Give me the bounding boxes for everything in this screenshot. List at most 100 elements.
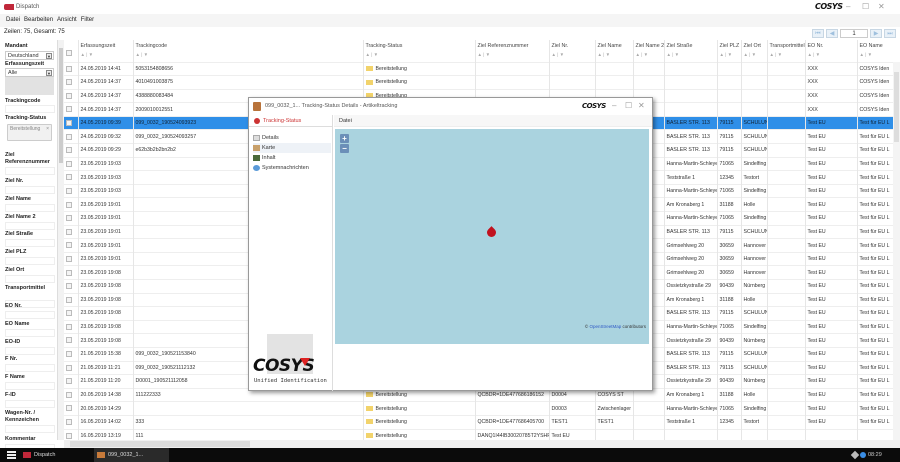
row-checkbox[interactable] <box>66 419 72 426</box>
column-header[interactable]: Erfassungszeit ▲ | ▼ <box>78 40 134 62</box>
row-checkbox[interactable] <box>66 269 72 276</box>
zoom-out-button[interactable]: − <box>340 144 349 153</box>
table-row[interactable]: 24.05.2019 14:37 4010491003875 Bereitstell… <box>64 75 893 90</box>
sort-icon[interactable]: ▲ | ▼ <box>808 52 855 57</box>
minimize-icon[interactable]: – <box>612 101 616 110</box>
remove-icon[interactable]: × <box>46 126 49 132</box>
row-checkbox[interactable] <box>66 228 72 235</box>
filter-input[interactable] <box>5 382 55 390</box>
nav-item-details[interactable]: Details <box>253 133 331 143</box>
row-checkbox[interactable] <box>66 65 72 72</box>
osm-link[interactable]: OpenStreetMap <box>589 324 621 329</box>
filter-input[interactable] <box>5 222 55 230</box>
table-row[interactable]: 16.05.2019 14:02 333 Bereitstellung QCBDR=1… <box>64 414 893 430</box>
nav-item-inhalt[interactable]: Inhalt <box>253 153 331 163</box>
location-marker-icon[interactable] <box>485 226 498 239</box>
row-checkbox[interactable] <box>66 119 72 126</box>
row-checkbox[interactable] <box>66 242 72 249</box>
map-view[interactable]: + − © OpenStreetMap contributors <box>335 129 649 344</box>
maximize-icon[interactable]: ☐ <box>625 101 632 110</box>
row-checkbox[interactable] <box>66 160 72 167</box>
column-header[interactable]: Tracking-Status ▲ | ▼ <box>363 40 476 62</box>
filter-input[interactable] <box>5 257 55 265</box>
last-page-button[interactable]: ⏭ <box>884 29 896 38</box>
filter-input[interactable] <box>5 239 55 247</box>
sort-icon[interactable]: ▲ | ▼ <box>478 52 547 57</box>
column-header[interactable]: Trackingcode ▲ | ▼ <box>133 40 364 62</box>
nav-item-karte[interactable]: Karte <box>253 143 331 153</box>
column-header[interactable]: Ziel Name 2 ▲ | ▼ <box>633 40 665 62</box>
row-checkbox[interactable] <box>66 92 72 99</box>
sort-icon[interactable]: ▲ | ▼ <box>81 52 131 57</box>
filter-input[interactable] <box>5 329 55 337</box>
next-page-button[interactable]: ▶ <box>870 29 882 38</box>
column-header[interactable]: EO Nr. ▲ | ▼ <box>805 40 858 62</box>
globe-icon[interactable] <box>860 452 866 458</box>
table-vertical-scrollbar[interactable] <box>893 62 900 440</box>
row-checkbox[interactable] <box>66 174 72 181</box>
menu-ansicht[interactable]: Ansicht <box>57 17 77 23</box>
filter-input[interactable] <box>5 275 55 283</box>
column-header[interactable]: Ziel PLZ ▲ | ▼ <box>717 40 742 62</box>
row-checkbox[interactable] <box>66 255 72 262</box>
row-checkbox[interactable] <box>66 201 72 208</box>
row-checkbox[interactable] <box>66 378 72 385</box>
row-checkbox[interactable] <box>66 337 72 344</box>
column-header[interactable]: Ziel Ort ▲ | ▼ <box>741 40 768 62</box>
row-checkbox[interactable] <box>66 79 72 86</box>
row-checkbox[interactable] <box>66 283 72 290</box>
page-number-input[interactable]: 1 <box>840 29 868 38</box>
row-checkbox[interactable] <box>66 296 72 303</box>
column-header[interactable] <box>64 40 79 62</box>
sort-icon[interactable]: ▲ | ▼ <box>636 52 662 57</box>
filter-input[interactable] <box>5 400 55 408</box>
mandant-select[interactable]: Deutschland ▼ <box>5 51 54 60</box>
select-all-checkbox[interactable] <box>66 50 72 56</box>
nav-header[interactable]: Tracking-Status <box>249 115 333 127</box>
prev-page-button[interactable]: ◀ <box>826 29 838 38</box>
sort-icon[interactable]: ▲ | ▼ <box>598 52 631 57</box>
table-row[interactable]: 24.05.2019 14:41 5053154808656 Bereitstell… <box>64 61 893 76</box>
filter-input[interactable] <box>5 186 55 194</box>
sort-icon[interactable]: ▲ | ▼ <box>720 52 739 57</box>
erfassungszeit-select[interactable]: Alle ▼ <box>5 68 54 77</box>
sort-icon[interactable]: ▲ | ▼ <box>744 52 765 57</box>
zoom-in-button[interactable]: + <box>340 134 349 143</box>
sort-icon[interactable]: ▲ | ▼ <box>552 52 593 57</box>
table-row[interactable]: 20.05.2019 14:29 Bereitstellung D0003 Zwisc… <box>64 401 893 416</box>
column-header[interactable]: Ziel Name ▲ | ▼ <box>595 40 634 62</box>
filter-input[interactable] <box>5 311 55 319</box>
sort-icon[interactable]: ▲ | ▼ <box>860 52 891 57</box>
filter-input[interactable] <box>5 425 55 433</box>
sort-icon[interactable]: ▲ | ▼ <box>667 52 715 57</box>
menu-filter[interactable]: Filter <box>81 17 94 23</box>
filter-scrollbar[interactable] <box>57 40 64 440</box>
table-row[interactable]: 16.05.2019 13:19 111 Bereitstellung DANQ1I4… <box>64 428 893 440</box>
dialog-menu-datei[interactable]: Datei <box>334 115 652 127</box>
column-header[interactable]: EO Name ▲ | ▼ <box>857 40 893 62</box>
column-header[interactable]: Ziel Straße ▲ | ▼ <box>664 40 718 62</box>
row-checkbox[interactable] <box>66 106 72 113</box>
start-menu-icon[interactable] <box>7 451 16 459</box>
sort-icon[interactable]: ▲ | ▼ <box>770 52 803 57</box>
close-icon[interactable]: ✕ <box>638 101 645 110</box>
row-checkbox[interactable] <box>66 405 72 412</box>
first-page-button[interactable]: ⏮ <box>812 29 824 38</box>
row-checkbox[interactable] <box>66 323 72 330</box>
filter-input[interactable] <box>5 204 55 212</box>
row-checkbox[interactable] <box>66 215 72 222</box>
sort-icon[interactable]: ▲ | ▼ <box>366 52 473 57</box>
row-checkbox[interactable] <box>66 147 72 154</box>
minimize-icon[interactable]: – <box>846 2 850 11</box>
row-checkbox[interactable] <box>66 310 72 317</box>
row-checkbox[interactable] <box>66 133 72 140</box>
trackingcode-input[interactable] <box>5 105 55 113</box>
row-checkbox[interactable] <box>66 364 72 371</box>
menu-bearbeiten[interactable]: Bearbeiten <box>24 17 53 23</box>
table-horizontal-scrollbar[interactable] <box>64 440 900 448</box>
maximize-icon[interactable]: ☐ <box>862 2 869 11</box>
filter-input[interactable] <box>5 167 55 175</box>
filter-input[interactable] <box>5 347 55 355</box>
column-header[interactable]: Ziel Nr. ▲ | ▼ <box>549 40 596 62</box>
row-checkbox[interactable] <box>66 351 72 358</box>
